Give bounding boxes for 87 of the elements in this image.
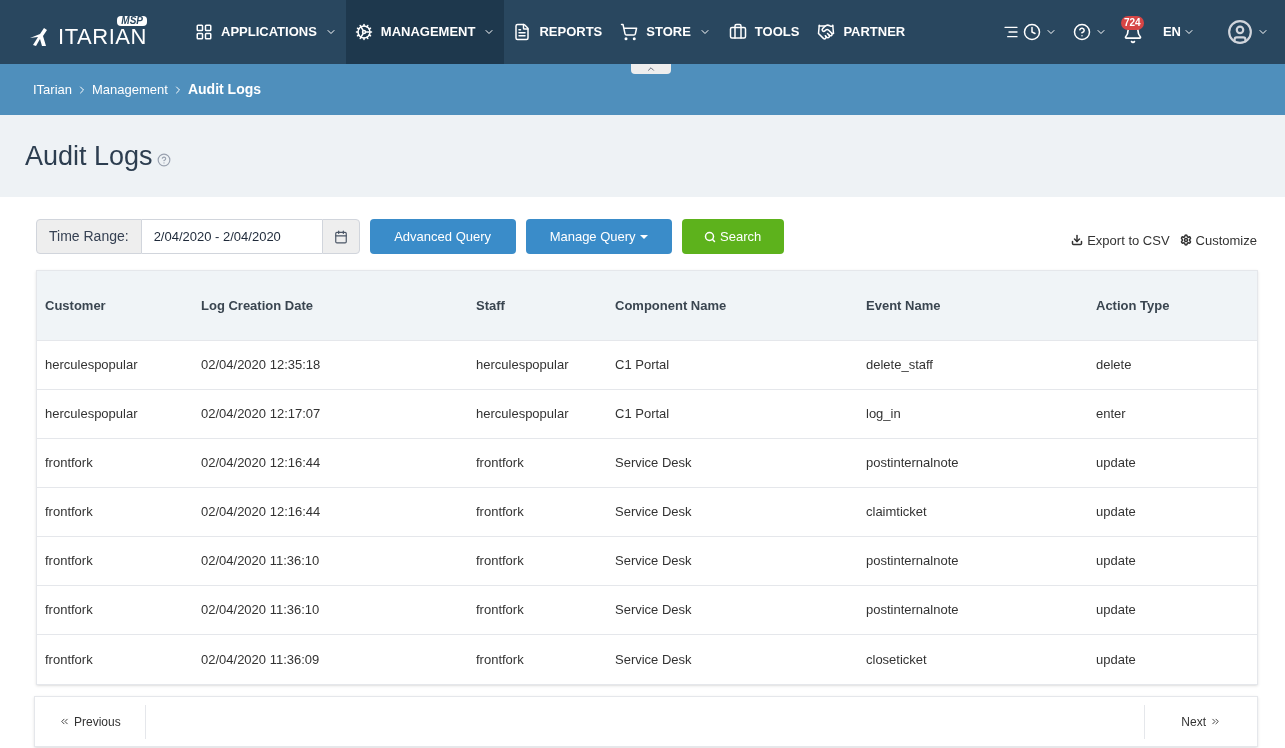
settings-icon [1179, 234, 1192, 247]
table-cell-text: log_in [865, 405, 902, 424]
gear-icon [354, 23, 373, 41]
table-cell-text: delete_staff [865, 356, 934, 375]
user-avatar-icon[interactable] [1227, 19, 1253, 45]
nav-menu-item[interactable]: TOOLS [719, 0, 809, 64]
table-cell-text: closeticket [865, 650, 928, 669]
table-cell-text: frontfork [44, 650, 94, 669]
table-cell-text: Service Desk [614, 601, 693, 620]
column-header[interactable]: Log Creation Date [193, 295, 468, 316]
table-cell-text: frontfork [44, 601, 94, 620]
table-cell-text: frontfork [44, 552, 94, 571]
table-cell-text: update [1095, 503, 1137, 522]
list-icon[interactable] [1002, 24, 1019, 40]
table-cell-text: 02/04/2020 12:16:44 [200, 503, 322, 522]
breadcrumb-link[interactable]: Management [92, 79, 168, 100]
table-cell-text: Service Desk [614, 454, 693, 473]
table-cell-text: claimticket [865, 503, 928, 522]
table-cell-text: update [1095, 552, 1137, 571]
nav-menu-item[interactable]: MANAGEMENT [345, 0, 505, 64]
table-cell-text: 02/04/2020 11:36:10 [200, 601, 321, 620]
breadcrumb-link[interactable]: Audit Logs [187, 79, 262, 100]
column-header[interactable]: Component Name [607, 295, 858, 316]
column-header[interactable]: Action Type [1088, 295, 1257, 316]
table-cell-text: Service Desk [614, 650, 693, 669]
table-cell-text: frontfork [475, 552, 525, 571]
search-icon [704, 230, 716, 243]
column-header[interactable]: Event Name [858, 295, 1088, 316]
nav-menu-item[interactable]: REPORTS [504, 0, 612, 64]
toolbar-button[interactable]: Advanced Query [369, 219, 516, 254]
table-cell-text: frontfork [475, 650, 525, 669]
previous-link[interactable]: Previous [35, 704, 146, 739]
table-cell-text: enter [1095, 405, 1127, 424]
clock-icon[interactable] [1022, 23, 1041, 41]
table-cell-text: update [1095, 650, 1137, 669]
language-selector[interactable]: EN [1162, 22, 1195, 42]
table-cell-text: frontfork [44, 503, 94, 522]
toolbar-link[interactable]: Export to CSV [1071, 230, 1170, 250]
table-cell-text: herculespopular [44, 356, 139, 375]
download-icon [1071, 234, 1084, 247]
table-cell-text: Service Desk [614, 503, 693, 522]
table-cell-text: Service Desk [614, 552, 693, 571]
table-cell-text: herculespopular [44, 405, 139, 424]
table-cell-text: postinternalnote [865, 454, 960, 473]
table-cell-text: postinternalnote [865, 601, 960, 620]
breadcrumb-link[interactable]: ITarian [33, 79, 73, 100]
double-chevron-right-icon [1210, 716, 1221, 727]
toolbar-button[interactable]: Manage Query [525, 219, 672, 254]
calendar-icon [333, 229, 348, 244]
table-cell-text: frontfork [44, 454, 94, 473]
time-range-label: Time Range: [36, 219, 142, 254]
table-cell-text: 02/04/2020 12:35:18 [200, 356, 322, 375]
nav-menu-item[interactable]: APPLICATIONS [186, 0, 346, 64]
table-cell-text: update [1095, 601, 1137, 620]
table-cell-text: delete [1095, 356, 1133, 375]
table-cell-text: frontfork [475, 601, 525, 620]
nav-menu-item[interactable]: PARTNER [808, 0, 915, 64]
chevron-up-icon [646, 64, 656, 74]
nav-menu-item[interactable]: STORE [611, 0, 720, 64]
table-cell-text: update [1095, 454, 1137, 473]
briefcase-icon [728, 23, 747, 41]
table-cell-text: herculespopular [475, 405, 570, 424]
document-icon [513, 23, 532, 41]
table-cell-text: frontfork [475, 503, 525, 522]
grid-icon [195, 23, 213, 41]
logo-text: ITARIAN [58, 26, 147, 48]
toolbar-link[interactable]: Customize [1179, 230, 1257, 250]
handshake-icon [817, 23, 836, 41]
table-cell-text: postinternalnote [865, 552, 960, 571]
date-range-field[interactable]: 2/04/2020 - 2/04/2020 [141, 219, 322, 254]
calendar-button[interactable] [321, 219, 360, 254]
logo-badge: MSP [117, 16, 147, 26]
table-cell-text: 02/04/2020 11:36:10 [200, 552, 321, 571]
next-link[interactable]: Next [1144, 704, 1257, 739]
table-cell-text: 02/04/2020 12:17:07 [200, 405, 322, 424]
table-cell-text: frontfork [475, 454, 525, 473]
notification-count-badge: 724 [1120, 16, 1144, 30]
table-cell-text: C1 Portal [614, 405, 671, 424]
table-cell-text: 02/04/2020 12:16:44 [200, 454, 322, 473]
double-chevron-left-icon [59, 716, 70, 727]
column-header[interactable]: Staff [468, 295, 607, 316]
table-cell-text: herculespopular [475, 356, 570, 375]
page-title: Audit Logs [25, 139, 153, 173]
column-header[interactable]: Customer [37, 295, 193, 316]
table-cell-text: C1 Portal [614, 356, 671, 375]
cart-icon [620, 23, 639, 41]
table-cell-text: 02/04/2020 11:36:09 [200, 650, 321, 669]
